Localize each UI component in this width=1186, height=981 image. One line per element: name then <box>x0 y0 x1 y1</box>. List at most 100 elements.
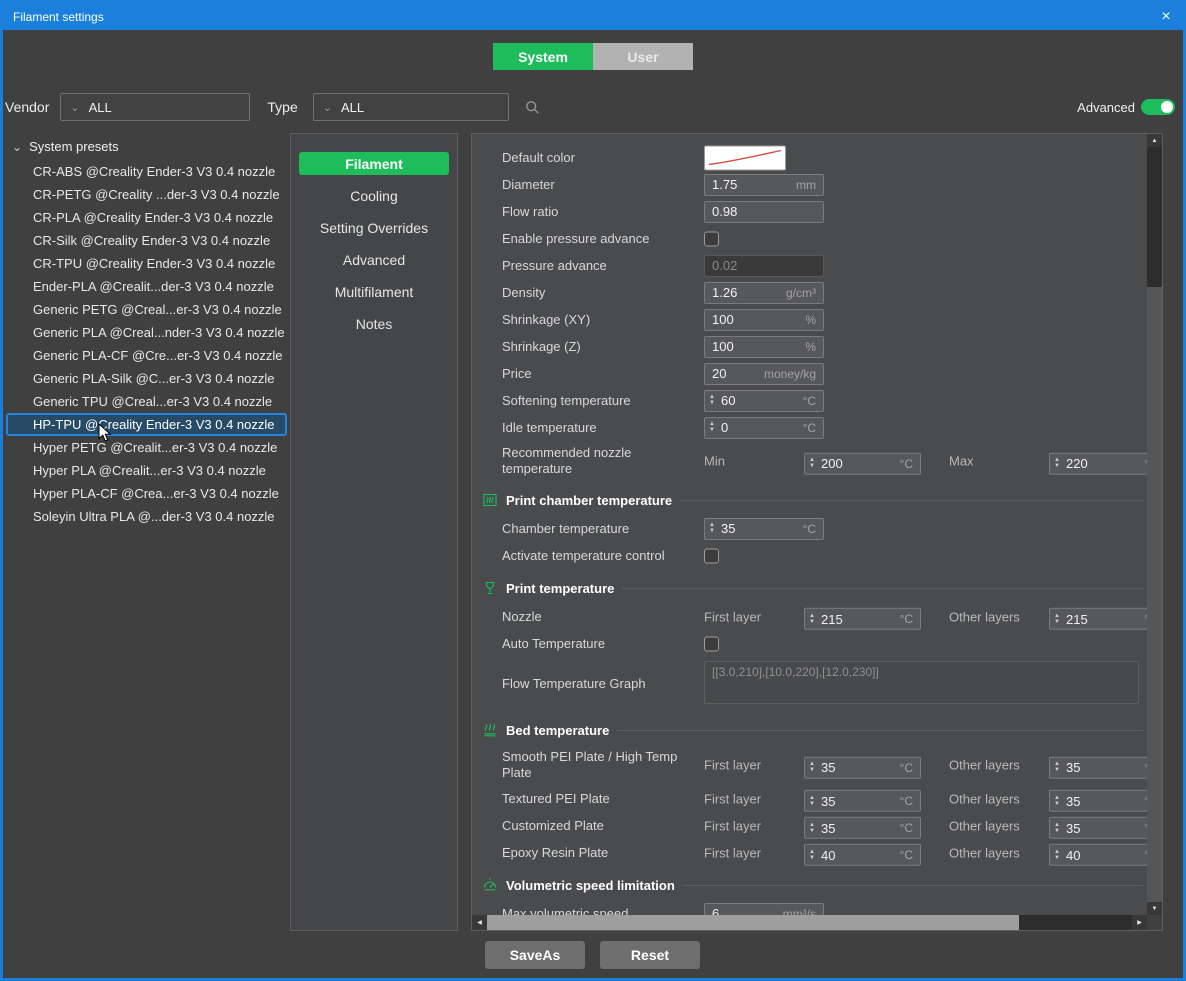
preset-item[interactable]: Generic PLA @Creal...nder-3 V3 0.4 nozzl… <box>3 321 290 344</box>
section-title: Print temperature <box>506 581 614 596</box>
tab-system[interactable]: System <box>493 43 593 70</box>
advanced-toggle[interactable] <box>1141 99 1175 115</box>
nav-item-setting-overrides[interactable]: Setting Overrides <box>299 216 449 239</box>
spin-arrows-icon[interactable]: ▲▼ <box>805 762 819 773</box>
vertical-scroll-thumb[interactable] <box>1147 147 1162 287</box>
recommended-nozzle-temperature-max-input[interactable]: ▲▼220°C <box>1049 452 1147 474</box>
textured-pei-plate-other-layers-input[interactable]: ▲▼35°C <box>1049 790 1147 812</box>
chamber-temperature-input[interactable]: ▲▼35°C <box>704 518 824 540</box>
preset-item[interactable]: Generic PLA-CF @Cre...er-3 V3 0.4 nozzle <box>3 344 290 367</box>
preset-item[interactable]: Generic PETG @Creal...er-3 V3 0.4 nozzle <box>3 298 290 321</box>
preset-item[interactable]: CR-ABS @Creality Ender-3 V3 0.4 nozzle <box>3 160 290 183</box>
setting-label: Smooth PEI Plate / High Temp Plate <box>502 749 687 782</box>
recommended-nozzle-temperature-min-input[interactable]: ▲▼200°C <box>804 452 921 474</box>
spin-arrows-icon[interactable]: ▲▼ <box>805 795 819 806</box>
preset-item[interactable]: Ender-PLA @Crealit...der-3 V3 0.4 nozzle <box>3 275 290 298</box>
spin-arrows-icon[interactable]: ▲▼ <box>1050 795 1064 806</box>
spin-arrows-icon[interactable]: ▲▼ <box>705 422 719 433</box>
flow-temperature-graph-textarea[interactable]: [[3.0,210],[10.0,220],[12.0,230]] <box>704 661 1139 704</box>
search-icon[interactable] <box>525 100 540 115</box>
smooth-pei-plate-high-temp-plate-first-layer-input[interactable]: ▲▼35°C <box>804 756 921 778</box>
spin-arrows-icon[interactable]: ▲▼ <box>705 395 719 406</box>
setting-row-idle-temperature: Idle temperature▲▼0°C <box>472 414 1147 441</box>
section-print-chamber-temperature: Print chamber temperature <box>472 485 1147 515</box>
preset-item[interactable]: CR-Silk @Creality Ender-3 V3 0.4 nozzle <box>3 229 290 252</box>
textured-pei-plate-first-layer-input[interactable]: ▲▼35°C <box>804 790 921 812</box>
nav-item-cooling[interactable]: Cooling <box>299 184 449 207</box>
preset-item[interactable]: Hyper PLA @Crealit...er-3 V3 0.4 nozzle <box>3 459 290 482</box>
preset-item[interactable]: CR-PETG @Creality ...der-3 V3 0.4 nozzle <box>3 183 290 206</box>
vendor-dropdown[interactable]: ⌄ ALL <box>60 93 250 121</box>
preset-item[interactable]: Hyper PLA-CF @Crea...er-3 V3 0.4 nozzle <box>3 482 290 505</box>
setting-row-enable-pressure-advance: Enable pressure advance <box>472 225 1147 252</box>
enable-pressure-advance-checkbox[interactable] <box>704 231 719 246</box>
setting-row-chamber-temperature: Chamber temperature▲▼35°C <box>472 515 1147 542</box>
preset-item[interactable]: Soleyin Ultra PLA @...der-3 V3 0.4 nozzl… <box>3 505 290 528</box>
spin-arrows-icon[interactable]: ▲▼ <box>1050 822 1064 833</box>
spin-arrows-icon[interactable]: ▲▼ <box>705 523 719 534</box>
preset-item[interactable]: CR-PLA @Creality Ender-3 V3 0.4 nozzle <box>3 206 290 229</box>
nav-item-advanced[interactable]: Advanced <box>299 248 449 271</box>
spin-arrows-icon[interactable]: ▲▼ <box>1050 849 1064 860</box>
preset-item[interactable]: Generic PLA-Silk @C...er-3 V3 0.4 nozzle <box>3 367 290 390</box>
customized-plate-other-layers-input[interactable]: ▲▼35°C <box>1049 817 1147 839</box>
spin-arrows-icon[interactable]: ▲▼ <box>805 822 819 833</box>
nozzle-first-layer-input[interactable]: ▲▼215°C <box>804 608 921 630</box>
preset-item[interactable]: CR-TPU @Creality Ender-3 V3 0.4 nozzle <box>3 252 290 275</box>
shrinkage-z-input[interactable]: 100% <box>704 336 824 358</box>
density-input[interactable]: 1.26g/cm³ <box>704 282 824 304</box>
section-volumetric-speed-limitation: Volumetric speed limitation <box>472 870 1147 900</box>
tree-root[interactable]: ⌄ System presets <box>3 133 290 160</box>
nav-item-filament[interactable]: Filament <box>299 152 449 175</box>
scroll-up-icon[interactable]: ▲ <box>1147 134 1162 147</box>
horizontal-scrollbar[interactable]: ◀ ▶ <box>472 915 1147 930</box>
smooth-pei-plate-high-temp-plate-other-layers-input[interactable]: ▲▼35°C <box>1049 756 1147 778</box>
preset-item[interactable]: Generic TPU @Creal...er-3 V3 0.4 nozzle <box>3 390 290 413</box>
nav-item-notes[interactable]: Notes <box>299 312 449 335</box>
chamber-icon <box>482 492 498 508</box>
price-input[interactable]: 20money/kg <box>704 363 824 385</box>
collapse-chevron-icon[interactable]: ⌄ <box>12 142 22 152</box>
setting-row-pressure-advance: Pressure advance0.02 <box>472 252 1147 279</box>
auto-temperature-checkbox[interactable] <box>704 636 719 651</box>
scroll-left-icon[interactable]: ◀ <box>472 915 487 930</box>
setting-label: Price <box>502 365 687 381</box>
scroll-right-icon[interactable]: ▶ <box>1132 915 1147 930</box>
softening-temperature-input[interactable]: ▲▼60°C <box>704 390 824 412</box>
vertical-scrollbar[interactable]: ▲ ▼ <box>1147 134 1162 915</box>
preset-tree: ⌄ System presets CR-ABS @Creality Ender-… <box>3 133 290 924</box>
epoxy-resin-plate-other-layers-input[interactable]: ▲▼40°C <box>1049 844 1147 866</box>
type-dropdown[interactable]: ⌄ ALL <box>313 93 509 121</box>
horizontal-scroll-thumb[interactable] <box>487 915 1019 930</box>
epoxy-resin-plate-first-layer-input[interactable]: ▲▼40°C <box>804 844 921 866</box>
activate-temperature-control-checkbox[interactable] <box>704 548 719 563</box>
spin-arrows-icon[interactable]: ▲▼ <box>805 613 819 624</box>
shrinkage-xy-input[interactable]: 100% <box>704 309 824 331</box>
close-icon[interactable]: × <box>1149 8 1183 26</box>
reset-button[interactable]: Reset <box>600 941 700 969</box>
preset-item[interactable]: HP-TPU @Creality Ender-3 V3 0.4 nozzle <box>6 413 287 436</box>
save-as-button[interactable]: SaveAs <box>485 941 585 969</box>
section-divider <box>617 730 1143 731</box>
spin-arrows-icon[interactable]: ▲▼ <box>1050 762 1064 773</box>
spin-arrows-icon[interactable]: ▲▼ <box>1050 458 1064 469</box>
spin-arrows-icon[interactable]: ▲▼ <box>1050 613 1064 624</box>
diameter-input[interactable]: 1.75mm <box>704 174 824 196</box>
customized-plate-first-layer-input[interactable]: ▲▼35°C <box>804 817 921 839</box>
nozzle-other-layers-input[interactable]: ▲▼215°C <box>1049 608 1147 630</box>
scroll-down-icon[interactable]: ▼ <box>1147 902 1162 915</box>
pressure-advance-input[interactable]: 0.02 <box>704 255 824 277</box>
max-volumetric-speed-input[interactable]: 6mm³/s <box>704 903 824 916</box>
spin-arrows-icon[interactable]: ▲▼ <box>805 458 819 469</box>
setting-row-recommended-nozzle-temperature: Recommended nozzle temperatureMin▲▼200°C… <box>472 441 1147 481</box>
flow-ratio-input[interactable]: 0.98 <box>704 201 824 223</box>
vendor-label: Vendor <box>5 99 49 115</box>
nav-item-multifilament[interactable]: Multifilament <box>299 280 449 303</box>
spin-arrows-icon[interactable]: ▲▼ <box>805 849 819 860</box>
tab-user[interactable]: User <box>593 43 693 70</box>
other-layers-label: Other layers <box>949 609 1020 624</box>
default-color-swatch[interactable] <box>704 145 786 170</box>
preset-item[interactable]: Hyper PETG @Crealit...er-3 V3 0.4 nozzle <box>3 436 290 459</box>
idle-temperature-input[interactable]: ▲▼0°C <box>704 417 824 439</box>
tree-root-label: System presets <box>29 139 119 154</box>
